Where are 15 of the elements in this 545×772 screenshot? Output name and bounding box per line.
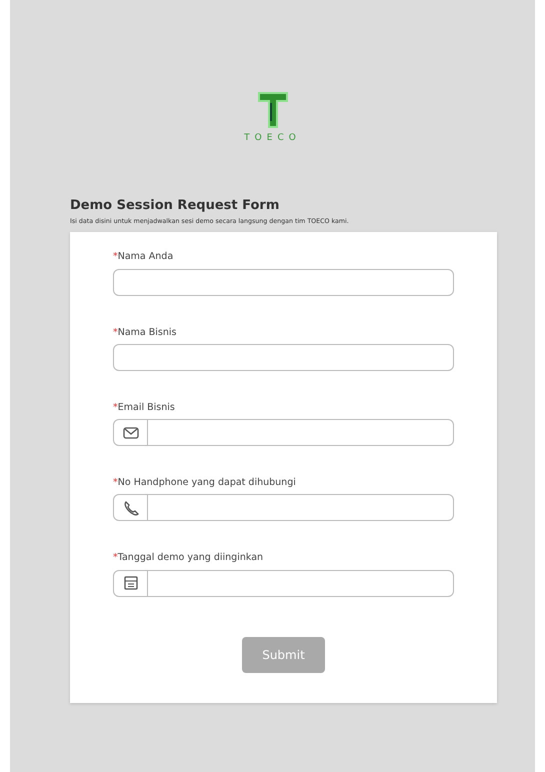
logo-text: TOECO — [244, 132, 301, 145]
input-field[interactable] — [113, 494, 454, 522]
field-label: *Nama Bisnis — [113, 326, 178, 340]
input-field[interactable] — [113, 419, 454, 446]
form-title: Demo Session Request Form — [70, 196, 280, 214]
input-field[interactable] — [113, 268, 454, 296]
calendar-icon — [122, 574, 140, 592]
field-label: *Email Bisnis — [113, 400, 176, 415]
input-field[interactable] — [113, 344, 454, 371]
field-label: *Nama Anda — [113, 250, 174, 264]
field-label: *No Handphone yang dapat dihubungi — [113, 476, 297, 490]
logo-icon — [256, 90, 290, 130]
phone-icon — [122, 498, 140, 517]
input-field[interactable] — [113, 570, 454, 597]
field-label: *Tanggal demo yang diinginkan — [113, 551, 264, 566]
